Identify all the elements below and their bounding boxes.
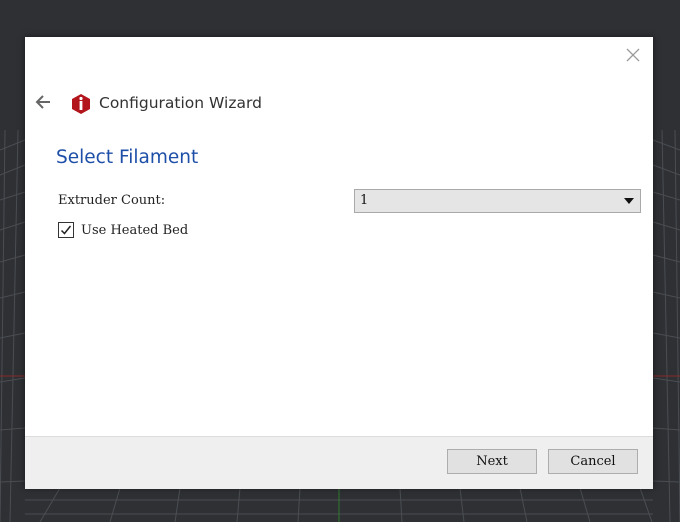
extruder-count-label: Extruder Count:	[58, 193, 166, 208]
extruder-count-value: 1	[360, 193, 369, 208]
close-button[interactable]	[623, 45, 643, 65]
heated-bed-label[interactable]: Use Heated Bed	[81, 223, 188, 238]
extruder-count-select[interactable]: 1	[354, 189, 641, 213]
configuration-wizard-dialog: Configuration Wizard Select Filament Ext…	[25, 37, 653, 489]
next-button[interactable]: Next	[447, 449, 537, 474]
checkmark-icon	[60, 225, 72, 235]
dialog-title: Configuration Wizard	[99, 94, 262, 112]
page-heading: Select Filament	[56, 147, 199, 168]
back-button[interactable]	[33, 92, 53, 112]
heated-bed-checkbox[interactable]	[58, 222, 74, 238]
chevron-down-icon	[624, 198, 634, 204]
close-icon	[626, 48, 640, 62]
app-logo-icon	[72, 94, 90, 114]
cancel-button[interactable]: Cancel	[548, 449, 638, 474]
arrow-left-icon	[35, 95, 50, 109]
dialog-footer: Next Cancel	[25, 436, 653, 489]
